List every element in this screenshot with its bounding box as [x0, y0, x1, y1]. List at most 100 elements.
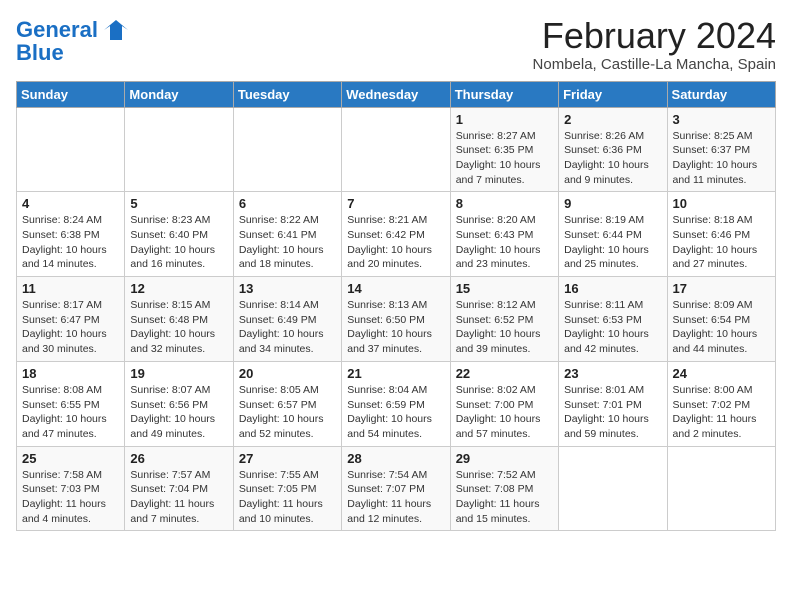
- title-area: February 2024 Nombela, Castille-La Manch…: [533, 16, 776, 73]
- day-info: Sunrise: 8:13 AM Sunset: 6:50 PM Dayligh…: [347, 298, 444, 357]
- calendar-cell: [559, 446, 667, 531]
- day-number: 24: [673, 366, 770, 381]
- calendar-cell: 26 Sunrise: 7:57 AM Sunset: 7:04 PM Dayli…: [125, 446, 233, 531]
- calendar-cell: 7 Sunrise: 8:21 AM Sunset: 6:42 PM Daylig…: [342, 192, 450, 277]
- day-info: Sunrise: 7:55 AM Sunset: 7:05 PM Dayligh…: [239, 468, 336, 527]
- day-number: 17: [673, 281, 770, 296]
- calendar-title: February 2024: [533, 16, 776, 56]
- calendar-cell: 23 Sunrise: 8:01 AM Sunset: 7:01 PM Dayli…: [559, 361, 667, 446]
- calendar-cell: 5 Sunrise: 8:23 AM Sunset: 6:40 PM Daylig…: [125, 192, 233, 277]
- day-info: Sunrise: 8:21 AM Sunset: 6:42 PM Dayligh…: [347, 213, 444, 272]
- calendar-cell: 19Sunrise: 8:07 AM Sunset: 6:56 PM Dayli…: [125, 361, 233, 446]
- day-number: 6: [239, 196, 336, 211]
- day-info: Sunrise: 8:00 AM Sunset: 7:02 PM Dayligh…: [673, 383, 770, 442]
- day-number: 4: [22, 196, 119, 211]
- day-info: Sunrise: 8:18 AM Sunset: 6:46 PM Dayligh…: [673, 213, 770, 272]
- calendar-cell: 6 Sunrise: 8:22 AM Sunset: 6:41 PM Daylig…: [233, 192, 341, 277]
- calendar-cell: 25Sunrise: 7:58 AM Sunset: 7:03 PM Dayli…: [17, 446, 125, 531]
- day-info: Sunrise: 8:02 AM Sunset: 7:00 PM Dayligh…: [456, 383, 553, 442]
- calendar-cell: 4 Sunrise: 8:24 AM Sunset: 6:38 PM Daylig…: [17, 192, 125, 277]
- day-number: 15: [456, 281, 553, 296]
- calendar-cell: 15 Sunrise: 8:12 AM Sunset: 6:52 PM Dayli…: [450, 277, 558, 362]
- day-number: 10: [673, 196, 770, 211]
- day-info: Sunrise: 8:12 AM Sunset: 6:52 PM Dayligh…: [456, 298, 553, 357]
- day-number: 1: [456, 112, 553, 127]
- day-info: Sunrise: 8:07 AM Sunset: 6:56 PM Dayligh…: [130, 383, 227, 442]
- header-tuesday: Tuesday: [233, 81, 341, 107]
- calendar-cell: 10 Sunrise: 8:18 AM Sunset: 6:46 PM Dayli…: [667, 192, 775, 277]
- header-friday: Friday: [559, 81, 667, 107]
- calendar-cell: 14 Sunrise: 8:13 AM Sunset: 6:50 PM Dayli…: [342, 277, 450, 362]
- day-info: Sunrise: 8:22 AM Sunset: 6:41 PM Dayligh…: [239, 213, 336, 272]
- day-number: 23: [564, 366, 661, 381]
- header-sunday: Sunday: [17, 81, 125, 107]
- day-info: Sunrise: 8:04 AM Sunset: 6:59 PM Dayligh…: [347, 383, 444, 442]
- calendar-cell: 17 Sunrise: 8:09 AM Sunset: 6:54 PM Dayli…: [667, 277, 775, 362]
- calendar-cell: 3 Sunrise: 8:25 AM Sunset: 6:37 PM Daylig…: [667, 107, 775, 192]
- calendar-subtitle: Nombela, Castille-La Mancha, Spain: [533, 56, 776, 73]
- day-info: Sunrise: 8:14 AM Sunset: 6:49 PM Dayligh…: [239, 298, 336, 357]
- calendar-cell: 1 Sunrise: 8:27 AM Sunset: 6:35 PM Daylig…: [450, 107, 558, 192]
- logo-general: General: [16, 17, 98, 42]
- calendar-cell: [667, 446, 775, 531]
- calendar-cell: [342, 107, 450, 192]
- logo-blue: Blue: [16, 42, 64, 64]
- day-number: 16: [564, 281, 661, 296]
- calendar-cell: 18Sunrise: 8:08 AM Sunset: 6:55 PM Dayli…: [17, 361, 125, 446]
- day-number: 13: [239, 281, 336, 296]
- day-info: Sunrise: 7:57 AM Sunset: 7:04 PM Dayligh…: [130, 468, 227, 527]
- day-info: Sunrise: 7:58 AM Sunset: 7:03 PM Dayligh…: [22, 468, 119, 527]
- calendar-cell: 28Sunrise: 7:54 AM Sunset: 7:07 PM Dayli…: [342, 446, 450, 531]
- day-number: 21: [347, 366, 444, 381]
- calendar-cell: 11 Sunrise: 8:17 AM Sunset: 6:47 PM Dayli…: [17, 277, 125, 362]
- calendar-cell: [233, 107, 341, 192]
- calendar-week-3: 11 Sunrise: 8:17 AM Sunset: 6:47 PM Dayli…: [17, 277, 776, 362]
- day-number: 27: [239, 451, 336, 466]
- header-wednesday: Wednesday: [342, 81, 450, 107]
- calendar-cell: [125, 107, 233, 192]
- calendar-week-5: 25Sunrise: 7:58 AM Sunset: 7:03 PM Dayli…: [17, 446, 776, 531]
- day-info: Sunrise: 8:27 AM Sunset: 6:35 PM Dayligh…: [456, 129, 553, 188]
- day-number: 7: [347, 196, 444, 211]
- calendar-cell: 16 Sunrise: 8:11 AM Sunset: 6:53 PM Dayli…: [559, 277, 667, 362]
- calendar-cell: 8 Sunrise: 8:20 AM Sunset: 6:43 PM Daylig…: [450, 192, 558, 277]
- calendar-cell: [17, 107, 125, 192]
- header-thursday: Thursday: [450, 81, 558, 107]
- day-info: Sunrise: 8:17 AM Sunset: 6:47 PM Dayligh…: [22, 298, 119, 357]
- calendar-cell: 29 Sunrise: 7:52 AM Sunset: 7:08 PM Dayli…: [450, 446, 558, 531]
- day-info: Sunrise: 8:20 AM Sunset: 6:43 PM Dayligh…: [456, 213, 553, 272]
- day-info: Sunrise: 8:08 AM Sunset: 6:55 PM Dayligh…: [22, 383, 119, 442]
- day-number: 8: [456, 196, 553, 211]
- logo: General Blue: [16, 16, 130, 64]
- day-number: 3: [673, 112, 770, 127]
- day-info: Sunrise: 8:15 AM Sunset: 6:48 PM Dayligh…: [130, 298, 227, 357]
- day-number: 11: [22, 281, 119, 296]
- header-saturday: Saturday: [667, 81, 775, 107]
- day-info: Sunrise: 8:05 AM Sunset: 6:57 PM Dayligh…: [239, 383, 336, 442]
- calendar-table: Sunday Monday Tuesday Wednesday Thursday…: [16, 81, 776, 532]
- calendar-cell: 22 Sunrise: 8:02 AM Sunset: 7:00 PM Dayli…: [450, 361, 558, 446]
- day-info: Sunrise: 8:24 AM Sunset: 6:38 PM Dayligh…: [22, 213, 119, 272]
- day-info: Sunrise: 8:01 AM Sunset: 7:01 PM Dayligh…: [564, 383, 661, 442]
- day-number: 29: [456, 451, 553, 466]
- header: General Blue February 2024 Nombela, Cast…: [16, 16, 776, 73]
- day-number: 5: [130, 196, 227, 211]
- day-info: Sunrise: 7:52 AM Sunset: 7:08 PM Dayligh…: [456, 468, 553, 527]
- calendar-cell: 12Sunrise: 8:15 AM Sunset: 6:48 PM Dayli…: [125, 277, 233, 362]
- day-info: Sunrise: 8:19 AM Sunset: 6:44 PM Dayligh…: [564, 213, 661, 272]
- calendar-cell: 13 Sunrise: 8:14 AM Sunset: 6:49 PM Dayli…: [233, 277, 341, 362]
- day-number: 26: [130, 451, 227, 466]
- day-info: Sunrise: 8:23 AM Sunset: 6:40 PM Dayligh…: [130, 213, 227, 272]
- day-number: 9: [564, 196, 661, 211]
- day-number: 14: [347, 281, 444, 296]
- calendar-cell: 27 Sunrise: 7:55 AM Sunset: 7:05 PM Dayli…: [233, 446, 341, 531]
- day-info: Sunrise: 7:54 AM Sunset: 7:07 PM Dayligh…: [347, 468, 444, 527]
- logo-bird-icon: [102, 16, 130, 44]
- header-monday: Monday: [125, 81, 233, 107]
- day-number: 20: [239, 366, 336, 381]
- day-info: Sunrise: 8:09 AM Sunset: 6:54 PM Dayligh…: [673, 298, 770, 357]
- day-number: 22: [456, 366, 553, 381]
- day-info: Sunrise: 8:25 AM Sunset: 6:37 PM Dayligh…: [673, 129, 770, 188]
- calendar-cell: 21 Sunrise: 8:04 AM Sunset: 6:59 PM Dayli…: [342, 361, 450, 446]
- day-info: Sunrise: 8:11 AM Sunset: 6:53 PM Dayligh…: [564, 298, 661, 357]
